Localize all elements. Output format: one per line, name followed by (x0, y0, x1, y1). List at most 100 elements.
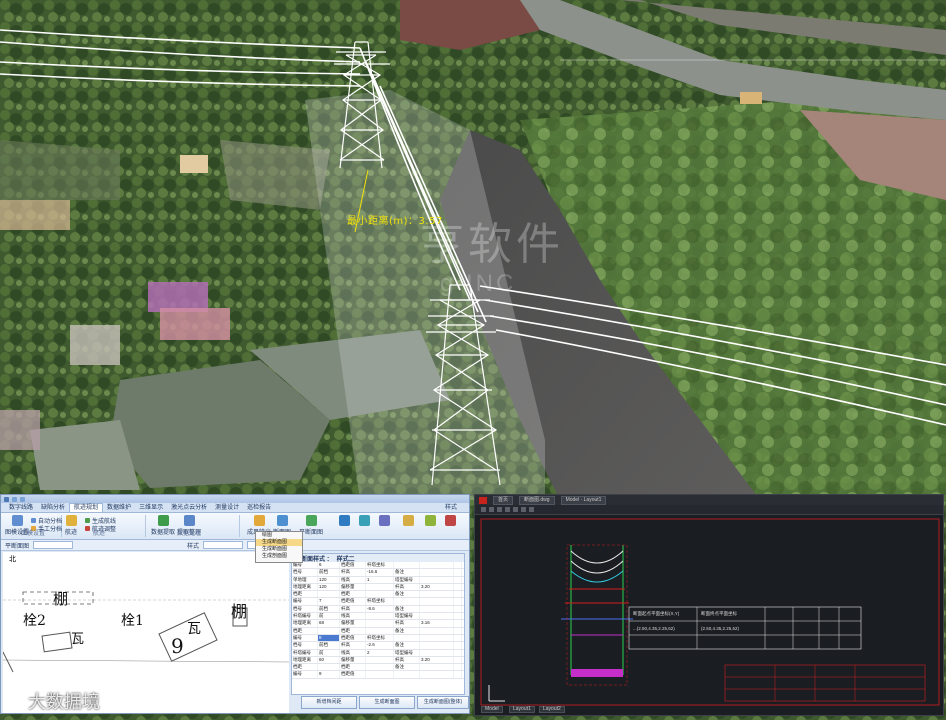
property-cell: 前 (318, 649, 340, 656)
chart-icon (359, 515, 370, 526)
property-cell: 前档 (318, 605, 340, 613)
property-cell: 偏移量 (340, 583, 366, 591)
property-cell: 地理距离 (292, 656, 318, 664)
layout-tab-model[interactable]: Model (481, 706, 503, 713)
dropdown-item[interactable]: 生成断面图 (256, 546, 302, 553)
property-row[interactable]: 档号 前档 杆高 -8.6 备注 (292, 605, 464, 614)
property-row[interactable]: 编号 6 档距值 杆塔坐标 (292, 562, 464, 570)
pan-icon[interactable] (529, 507, 534, 512)
property-cell (454, 576, 462, 583)
layout-tab-2[interactable]: Layout2 (539, 706, 565, 713)
tab-survey-design[interactable]: 测量设计 (211, 504, 243, 512)
zoom-icon[interactable] (521, 507, 526, 512)
property-cell (318, 664, 340, 671)
tab-inspection-report[interactable]: 巡检报告 (243, 504, 275, 512)
cad-viewer-window: 首页 断面图.dwg Model · Layout1 断面起点平面坐标(X,Y)… (474, 494, 944, 716)
cad-titlebar: 首页 断面图.dwg Model · Layout1 (475, 495, 943, 505)
tab-defect-analysis[interactable]: 缺陷分析 (37, 504, 69, 512)
dropdown-item[interactable]: 生成剖面图 (256, 553, 302, 560)
property-cell (420, 649, 454, 656)
property-cell: 塔型编号 (394, 613, 420, 620)
property-cell: 档距值 (340, 634, 366, 642)
property-row[interactable]: 编号 8 档距值 杆塔坐标 (292, 634, 464, 643)
image-button[interactable] (379, 515, 390, 526)
property-cell: 档距 (292, 591, 318, 598)
property-cell: 杆塔坐标 (366, 598, 394, 605)
property-cell (420, 605, 454, 613)
cad-tab-home[interactable]: 首页 (493, 495, 514, 505)
layout-tab-1[interactable]: Layout1 (509, 706, 535, 713)
add-span-button[interactable]: 新增档间距 (301, 696, 357, 709)
tab-lidar-analysis[interactable]: 激光点云分析 (167, 504, 211, 512)
tab-data-maintenance[interactable]: 数据维护 (103, 504, 135, 512)
property-cell: 编号 (292, 634, 318, 642)
map-label-pole-1: 栓1 (121, 613, 144, 629)
zoom-button[interactable] (445, 515, 456, 526)
tab-style[interactable]: 样式 (441, 504, 461, 512)
property-cell: 档号 (292, 642, 318, 649)
generate-section-all-button[interactable]: 生成断面图(整体) (417, 696, 469, 709)
property-row[interactable]: 单地理 120 线高 1 塔型编号 (292, 576, 464, 584)
redo-icon[interactable] (513, 507, 518, 512)
dropdown-item-selected[interactable]: 生成断面图 (256, 539, 302, 546)
property-row[interactable]: 档号 前档 杆高 -2.6 备注 (292, 642, 464, 650)
property-row[interactable]: 档距 档距 备注 (292, 664, 464, 672)
tab-digital-line[interactable]: 数字线路 (5, 504, 37, 512)
image-icon (379, 515, 390, 526)
property-cell (394, 671, 420, 678)
print-button[interactable] (339, 515, 350, 526)
property-cell: 档距 (340, 591, 366, 598)
layout-button[interactable] (425, 515, 436, 526)
property-cell: 1 (366, 576, 394, 583)
corner-watermark: 大数据境 (6, 688, 100, 714)
property-cell (420, 562, 454, 569)
tab-3d-display[interactable]: 三维显示 (135, 504, 167, 512)
ribbon-group-1: 图模设置 自动分档 手工分档 图模设置 (3, 515, 62, 537)
route-button[interactable]: 航迹 (65, 515, 77, 536)
property-row[interactable]: 地理距离 60 偏移量 杆高 3.20 (292, 656, 464, 665)
print-icon[interactable] (497, 507, 502, 512)
property-cell: 地理距离 (292, 583, 318, 591)
property-row[interactable]: 地理距离 68 偏移量 杆高 3.16 (292, 620, 464, 628)
property-row[interactable]: 地理距离 120 偏移量 杆高 3.20 (292, 583, 464, 592)
save-icon[interactable] (12, 496, 17, 502)
generate-section-button[interactable]: 生成断面图 (359, 696, 415, 709)
property-cell: -2.6 (366, 642, 394, 649)
property-cell: 杆高 (394, 620, 420, 627)
property-cell (420, 591, 454, 598)
property-cell: 2 (366, 649, 394, 656)
open-icon[interactable] (481, 507, 486, 512)
undo-icon[interactable] (505, 507, 510, 512)
data-extract-button[interactable]: 数据提取 (151, 515, 175, 536)
cad-logo-icon (479, 496, 487, 504)
cad-tab-drawing[interactable]: 断面图.dwg (519, 495, 555, 505)
property-row[interactable]: 档距 档距 备注 (292, 591, 464, 599)
property-row[interactable]: 编号 7 档距值 杆塔坐标 (292, 598, 464, 606)
property-cell (366, 591, 394, 598)
property-cell: 杆高 (340, 569, 366, 576)
property-cell: 3.16 (420, 620, 454, 627)
chart-button[interactable] (359, 515, 370, 526)
property-cell (420, 634, 454, 642)
cad-tab-model[interactable]: Model · Layout1 (560, 495, 607, 505)
undo-icon[interactable] (20, 496, 25, 502)
plan-icon (305, 515, 317, 526)
property-row[interactable]: 编号 9 档距值 (292, 671, 464, 679)
section-select[interactable] (33, 541, 74, 549)
property-row[interactable]: 杆塔编号前线高 塔型编号 (292, 613, 464, 621)
save-icon[interactable] (489, 507, 494, 512)
min-distance-label: 最小距离(m)：3.57 (347, 216, 443, 227)
tab-route-planning[interactable]: 航迹规划 (69, 503, 104, 512)
dropdown-item[interactable]: 绘图 (256, 532, 302, 539)
property-cell: 备注 (394, 569, 420, 576)
property-row[interactable]: 档距 档距 备注 (292, 627, 464, 635)
property-cell: 塔型编号 (394, 649, 420, 656)
property-cell (454, 569, 462, 576)
style-select[interactable] (203, 541, 244, 549)
property-row[interactable]: 杆塔编号前线高 2 塔型编号 (292, 649, 464, 657)
property-row[interactable]: 档号 前档 杆高 -16.6 备注 (292, 569, 464, 577)
property-cell: 档距 (340, 627, 366, 634)
property-cell: 备注 (394, 605, 420, 613)
property-cell: 杆高 (394, 656, 420, 664)
table-button[interactable] (403, 515, 414, 526)
